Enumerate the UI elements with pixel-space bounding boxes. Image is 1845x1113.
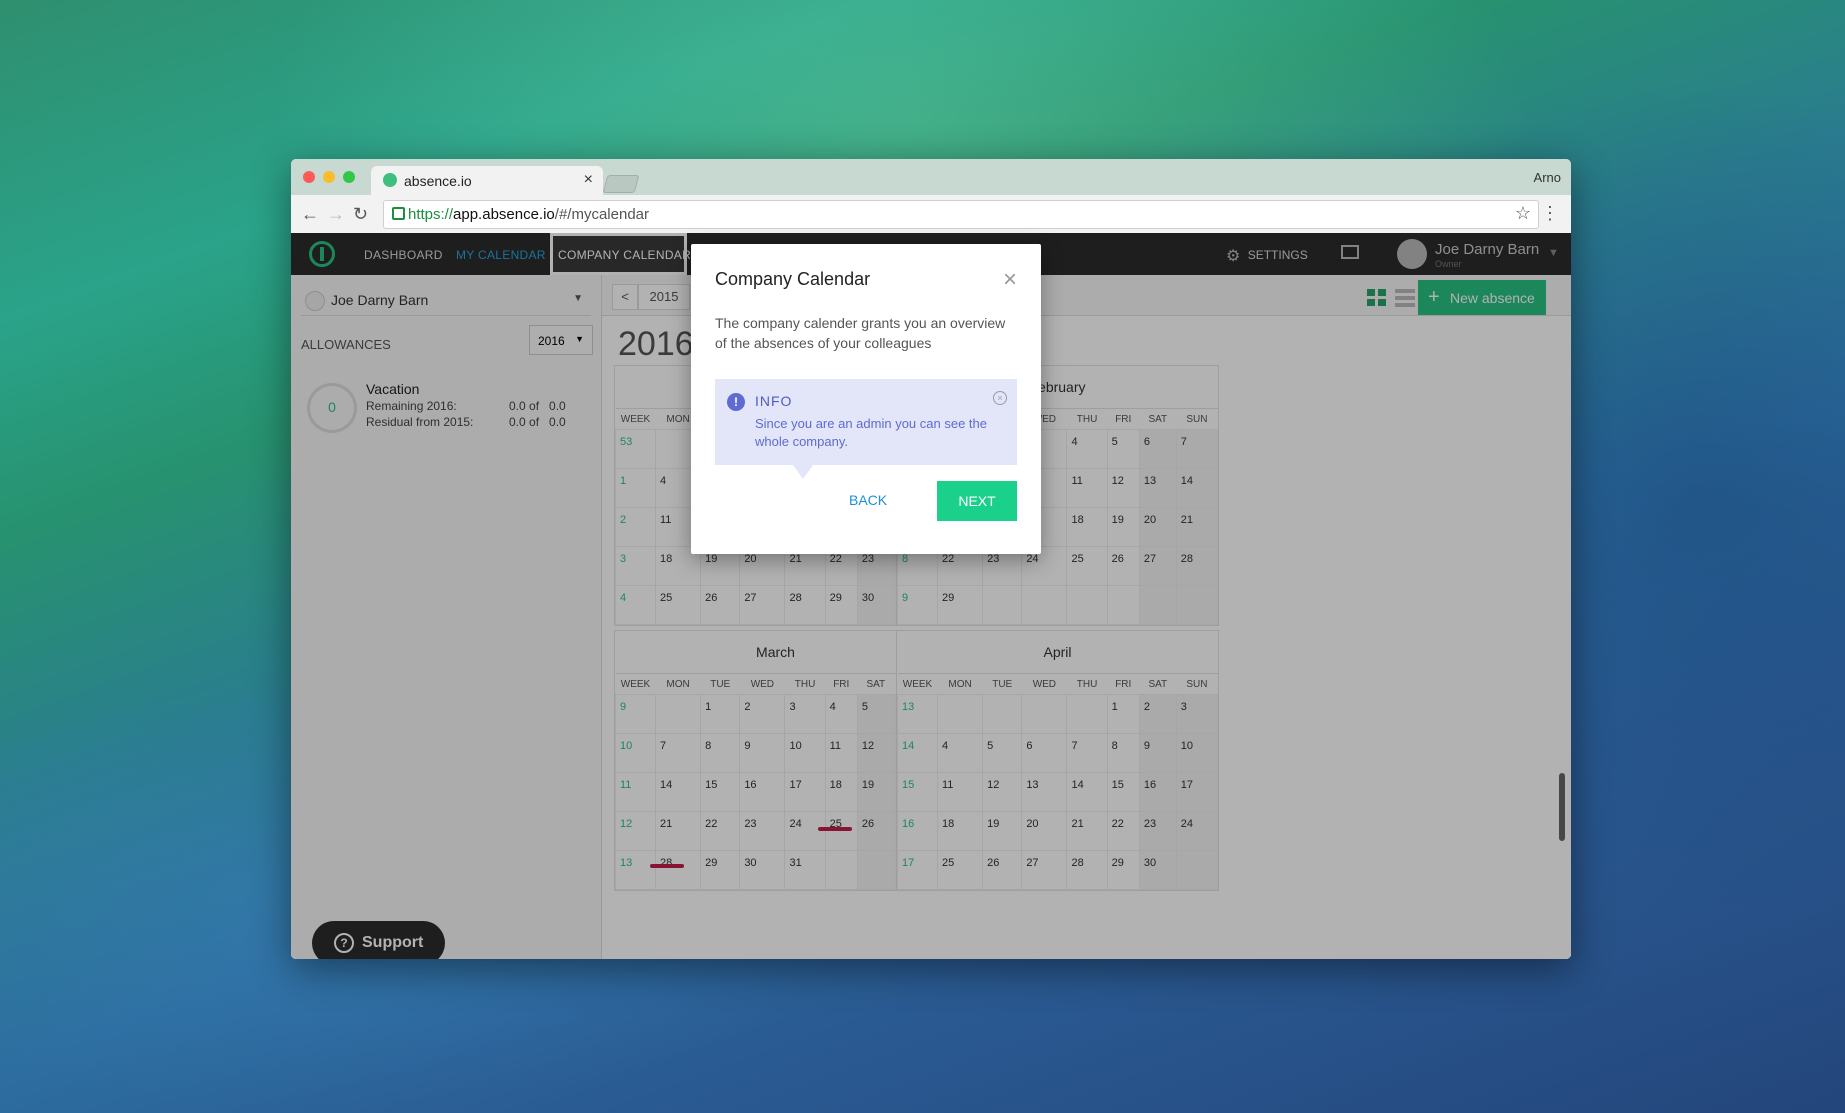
- browser-tab[interactable]: absence.io ×: [371, 166, 603, 195]
- back-arrow-icon[interactable]: ←: [301, 204, 319, 225]
- bookmark-star-icon[interactable]: ☆: [1515, 203, 1531, 224]
- minimize-window-icon[interactable]: [323, 171, 335, 183]
- new-tab-button[interactable]: [602, 175, 640, 193]
- info-icon: !: [727, 393, 745, 411]
- maximize-window-icon[interactable]: [343, 171, 355, 183]
- info-text: Since you are an admin you can see the w…: [755, 416, 987, 449]
- back-button[interactable]: BACK: [849, 492, 887, 508]
- browser-window: absence.io × Arno ← → ↻ https://app.abse…: [291, 159, 1571, 959]
- info-label: INFO: [755, 393, 793, 409]
- tab-title: absence.io: [404, 173, 472, 189]
- absence-favicon-icon: [383, 173, 397, 187]
- address-bar-row: ← → ↻ https://app.absence.io/#/mycalenda…: [291, 195, 1571, 234]
- forward-arrow-icon[interactable]: →: [327, 204, 345, 225]
- url-text: https://app.absence.io/#/mycalendar: [408, 206, 649, 223]
- company-calendar-dialog: Company Calendar × The company calender …: [691, 244, 1041, 554]
- browser-tabstrip: absence.io × Arno: [291, 159, 1571, 195]
- dialog-title: Company Calendar: [715, 269, 871, 289]
- close-window-icon[interactable]: [303, 171, 315, 183]
- tab-close-icon[interactable]: ×: [584, 171, 593, 189]
- dialog-description: The company calender grants you an overv…: [715, 315, 1006, 351]
- close-icon[interactable]: ×: [1003, 266, 1017, 294]
- info-tail: [793, 465, 813, 479]
- browser-profile[interactable]: Arno: [1534, 170, 1561, 185]
- browser-menu-icon[interactable]: ⋮: [1541, 203, 1559, 224]
- next-button[interactable]: NEXT: [937, 481, 1017, 521]
- lock-icon: [392, 207, 405, 220]
- reload-icon[interactable]: ↻: [353, 204, 368, 225]
- info-close-icon[interactable]: ×: [993, 391, 1007, 405]
- url-input[interactable]: https://app.absence.io/#/mycalendar: [383, 200, 1539, 229]
- info-box: ! INFO × Since you are an admin you can …: [715, 379, 1017, 479]
